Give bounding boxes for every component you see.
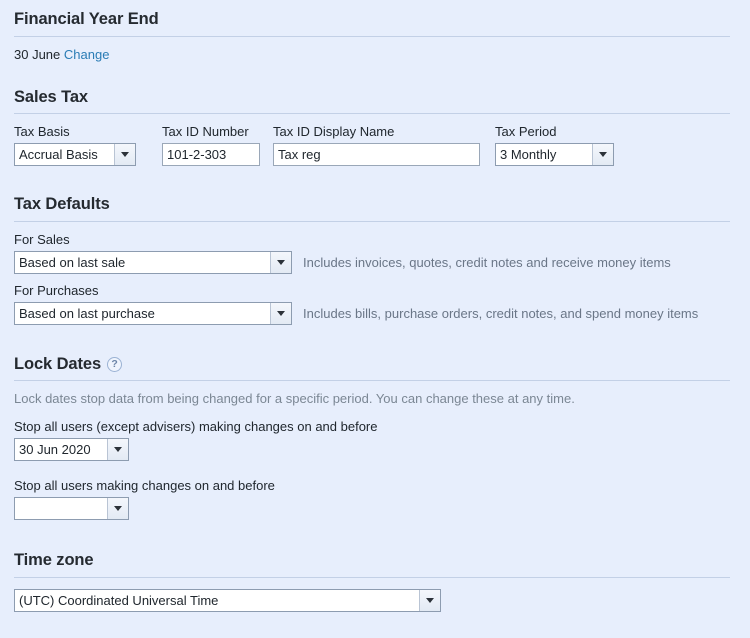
tax-id-display-name-label: Tax ID Display Name	[273, 124, 395, 139]
financial-year-end-value-row: 30 June Change	[14, 47, 736, 62]
for-purchases-hint: Includes bills, purchase orders, credit …	[303, 305, 699, 321]
tax-id-number-label: Tax ID Number	[162, 124, 249, 139]
tax-period-label: Tax Period	[495, 124, 557, 139]
lock-dates-description: Lock dates stop data from being changed …	[14, 391, 575, 406]
financial-year-end-value: 30 June	[14, 46, 61, 62]
tax-basis-dropdown-button[interactable]	[114, 144, 135, 165]
financial-year-end-heading: Financial Year End	[14, 11, 736, 28]
divider-sales-tax	[14, 113, 730, 114]
field-tax-id-display-name: Tax ID Display Name	[273, 124, 480, 166]
for-sales-select[interactable]: Based on last sale	[14, 250, 292, 274]
for-purchases-row: Based on last purchase Includes bills, p…	[14, 301, 736, 325]
chevron-down-icon	[121, 152, 129, 157]
for-purchases-value: Based on last purchase	[19, 305, 155, 321]
time-zone-value: (UTC) Coordinated Universal Time	[19, 592, 219, 608]
section-time-zone: Time zone (UTC) Coordinated Universal Ti…	[0, 522, 750, 612]
lock-dates-heading: Lock Dates ?	[14, 354, 736, 373]
tax-id-display-name-input[interactable]	[273, 143, 480, 166]
tax-basis-select[interactable]: Accrual Basis	[14, 143, 136, 166]
field-tax-basis: Tax Basis Accrual Basis	[14, 124, 136, 166]
for-sales-hint: Includes invoices, quotes, credit notes …	[303, 254, 671, 270]
settings-page: Financial Year End 30 June Change Sales …	[0, 0, 750, 638]
time-zone-row: (UTC) Coordinated Universal Time	[14, 588, 736, 612]
chevron-down-icon	[114, 447, 122, 452]
for-purchases-dropdown-button[interactable]	[270, 302, 291, 324]
section-financial-year-end: Financial Year End 30 June Change	[0, 0, 750, 62]
tax-id-number-input[interactable]	[162, 143, 260, 166]
time-zone-heading-text: Time zone	[14, 551, 94, 569]
financial-year-end-heading-text: Financial Year End	[14, 10, 159, 28]
tax-defaults-for-purchases-group: For Purchases Based on last purchase Inc…	[14, 283, 736, 325]
time-zone-select[interactable]: (UTC) Coordinated Universal Time	[14, 588, 441, 612]
tax-basis-label: Tax Basis	[14, 124, 70, 139]
lock-dates-all-users-label: Stop all users making changes on and bef…	[14, 478, 275, 493]
sales-tax-fields-row: Tax Basis Accrual Basis Tax ID Number Ta…	[14, 124, 736, 166]
divider-financial-year-end	[14, 35, 730, 37]
for-sales-dropdown-button[interactable]	[270, 251, 291, 273]
for-purchases-label: For Purchases	[14, 282, 99, 298]
lock-dates-all-users-dropdown-button[interactable]	[107, 498, 128, 519]
for-sales-row: Based on last sale Includes invoices, qu…	[14, 250, 736, 274]
section-tax-defaults: Tax Defaults For Sales Based on last sal…	[0, 166, 750, 325]
time-zone-dropdown-button[interactable]	[419, 589, 440, 611]
help-icon[interactable]: ?	[107, 357, 123, 373]
chevron-down-icon	[277, 310, 285, 316]
lock-dates-advisers-group: Stop all users (except advisers) making …	[14, 419, 736, 461]
chevron-down-icon	[277, 259, 285, 265]
chevron-down-icon	[426, 597, 434, 603]
lock-dates-advisers-value: 30 Jun 2020	[19, 442, 91, 457]
tax-defaults-heading-text: Tax Defaults	[14, 195, 110, 213]
lock-dates-all-users-select[interactable]	[14, 497, 129, 520]
time-zone-heading: Time zone	[14, 552, 736, 569]
chevron-down-icon	[599, 152, 607, 157]
financial-year-end-change-link[interactable]: Change	[64, 47, 110, 62]
section-sales-tax: Sales Tax Tax Basis Accrual Basis Tax ID…	[0, 62, 750, 166]
tax-defaults-heading: Tax Defaults	[14, 196, 736, 213]
chevron-down-icon	[114, 506, 122, 511]
lock-dates-advisers-dropdown-button[interactable]	[107, 439, 128, 460]
section-lock-dates: Lock Dates ? Lock dates stop data from b…	[0, 325, 750, 523]
lock-dates-advisers-select[interactable]: 30 Jun 2020	[14, 438, 129, 461]
lock-dates-all-users-value	[15, 498, 107, 519]
tax-basis-value: Accrual Basis	[19, 147, 98, 162]
for-purchases-select[interactable]: Based on last purchase	[14, 301, 292, 325]
lock-dates-heading-text: Lock Dates	[14, 354, 102, 373]
tax-period-dropdown-button[interactable]	[592, 144, 613, 165]
tax-period-select[interactable]: 3 Monthly	[495, 143, 614, 166]
for-sales-label: For Sales	[14, 231, 70, 247]
field-tax-id-number: Tax ID Number	[162, 124, 260, 166]
sales-tax-heading: Sales Tax	[14, 87, 736, 106]
lock-dates-all-users-group: Stop all users making changes on and bef…	[14, 478, 736, 522]
tax-defaults-for-sales-group: For Sales Based on last sale Includes in…	[14, 232, 736, 274]
for-sales-value: Based on last sale	[19, 254, 126, 270]
sales-tax-heading-text: Sales Tax	[14, 87, 89, 106]
lock-dates-advisers-label: Stop all users (except advisers) making …	[14, 419, 378, 434]
tax-period-value: 3 Monthly	[500, 147, 557, 162]
divider-lock-dates	[14, 380, 730, 381]
divider-tax-defaults	[14, 220, 730, 222]
field-tax-period: Tax Period 3 Monthly	[495, 124, 614, 166]
divider-time-zone	[14, 576, 730, 578]
